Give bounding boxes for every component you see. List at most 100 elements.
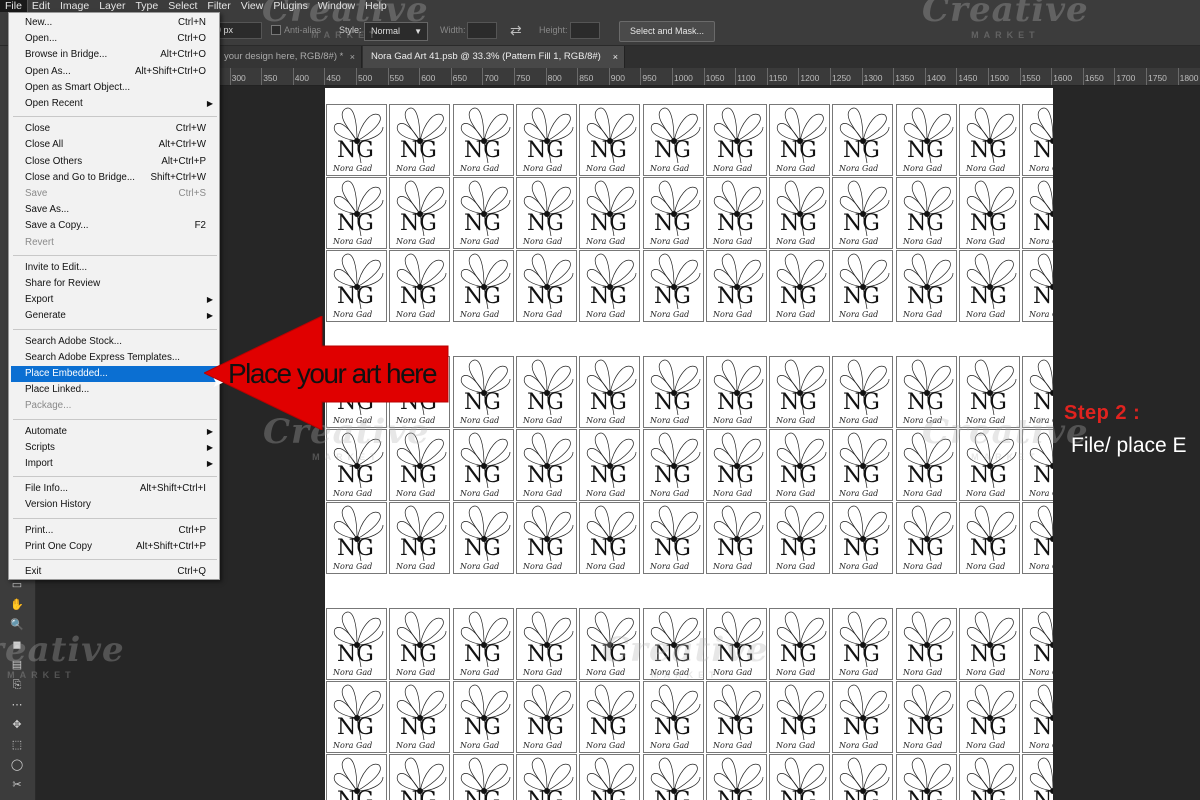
pattern-tile: NG Nora Gad [515, 502, 577, 574]
menu-item-browse-in-bridge[interactable]: Browse in Bridge... Alt+Ctrl+O [11, 47, 218, 63]
menu-item-open[interactable]: Open... Ctrl+O [11, 31, 218, 47]
tile-signature: Nora Gad [522, 416, 562, 425]
select-and-mask-button[interactable]: Select and Mask... [619, 21, 716, 42]
menu-item-version-history[interactable]: Version History [11, 497, 218, 513]
ruler-tick-label: 1450 [958, 73, 978, 83]
menu-layer[interactable]: Layer [94, 0, 130, 12]
menu-item-place-linked[interactable]: Place Linked... [11, 382, 218, 398]
zoom-icon[interactable]: 🔍 [4, 616, 30, 634]
tile-signature: Nora Gad [522, 668, 562, 677]
menu-plugins[interactable]: Plugins [268, 0, 312, 12]
ruler-mark [1146, 68, 1147, 85]
tile-signature: Nora Gad [775, 310, 815, 319]
tab-nora-gad-art[interactable]: Nora Gad Art 41.psb @ 33.3% (Pattern Fil… [363, 46, 625, 68]
menu-item-close-others[interactable]: Close Others Alt+Ctrl+P [11, 154, 218, 170]
menu-item-export[interactable]: Export ▶ [11, 292, 218, 308]
menu-item-save-as[interactable]: Save As... [11, 202, 218, 218]
anti-alias-checkbox[interactable] [271, 25, 281, 35]
menu-filter[interactable]: Filter [202, 0, 235, 12]
tab-your-design[interactable]: your design here, RGB/8#) * × [216, 46, 362, 68]
tile-signature: Nora Gad [332, 237, 372, 246]
more-tools-icon[interactable]: ⋯ [4, 696, 30, 714]
artboard-icon[interactable]: ⎘ [4, 676, 30, 694]
menu-image[interactable]: Image [55, 0, 94, 12]
menu-item-search-adobe-express-templates[interactable]: Search Adobe Express Templates... [11, 350, 218, 366]
menu-item-close[interactable]: Close Ctrl+W [11, 121, 218, 137]
pattern-tile: NG Nora Gad [1022, 608, 1053, 680]
menu-item-open-recent[interactable]: Open Recent ▶ [11, 96, 218, 112]
tile-monogram: NG [654, 284, 691, 309]
tile-signature: Nora Gad [775, 668, 815, 677]
color-swatch-icon[interactable]: ◼ [4, 636, 30, 654]
menu-item-print-one-copy[interactable]: Print One Copy Alt+Shift+Ctrl+P [11, 539, 218, 555]
pattern-tile: NG Nora Gad [642, 502, 704, 574]
tile-signature: Nora Gad [775, 416, 815, 425]
tile-signature: Nora Gad [649, 741, 689, 750]
pattern-tile: NG Nora Gad [769, 250, 831, 322]
move-icon[interactable]: ✥ [4, 716, 30, 734]
ruler-mark [356, 68, 357, 85]
pattern-tile: NG Nora Gad [769, 608, 831, 680]
menu-item-generate[interactable]: Generate ▶ [11, 308, 218, 324]
style-select[interactable]: Normal ▼ [364, 22, 428, 41]
menu-item-share-for-review[interactable]: Share for Review [11, 276, 218, 292]
crop-icon[interactable]: ✂ [4, 776, 30, 794]
tile-signature: Nora Gad [965, 237, 1005, 246]
marquee-icon[interactable]: ⬚ [4, 736, 30, 754]
menu-item-close-and-go-to-bridge[interactable]: Close and Go to Bridge... Shift+Ctrl+W [11, 170, 218, 186]
tile-signature: Nora Gad [1028, 237, 1053, 246]
menu-item-file-info[interactable]: File Info... Alt+Shift+Ctrl+I [11, 481, 218, 497]
pattern-tile: NG Nora Gad [389, 177, 451, 249]
menu-item-open-as[interactable]: Open As... Alt+Shift+Ctrl+O [11, 64, 218, 80]
swap-icon[interactable]: ⇄ [510, 22, 522, 38]
tile-signature: Nora Gad [838, 562, 878, 571]
tile-monogram: NG [400, 788, 437, 800]
close-icon[interactable]: × [613, 46, 618, 68]
menu-item-save-a-copy[interactable]: Save a Copy... F2 [11, 218, 218, 234]
document-canvas[interactable]: NG Nora Gad NG Nora Gad NG Nora Gad NG N… [325, 88, 1053, 800]
menu-item-automate[interactable]: Automate ▶ [11, 424, 218, 440]
menu-item-new[interactable]: New... Ctrl+N [11, 15, 218, 31]
height-input[interactable] [570, 22, 600, 39]
menu-item-open-as-smart-object[interactable]: Open as Smart Object... [11, 80, 218, 96]
menu-help[interactable]: Help [360, 0, 392, 12]
menu-window[interactable]: Window [313, 0, 360, 12]
screen-mode-icon[interactable]: ▤ [4, 656, 30, 674]
ruler-mark [1082, 68, 1084, 85]
tile-monogram: NG [843, 642, 880, 667]
menu-view[interactable]: View [236, 0, 269, 12]
pattern-tile: NG Nora Gad [769, 104, 831, 176]
tile-monogram: NG [400, 138, 437, 163]
menu-item-import[interactable]: Import ▶ [11, 456, 218, 472]
pattern-tile: NG Nora Gad [705, 754, 767, 800]
tile-monogram: NG [527, 211, 564, 236]
menu-item-scripts[interactable]: Scripts ▶ [11, 440, 218, 456]
tile-monogram: NG [1033, 715, 1053, 740]
menu-type[interactable]: Type [130, 0, 163, 12]
menu-item-invite-to-edit[interactable]: Invite to Edit... [11, 260, 218, 276]
menu-file[interactable]: File [0, 0, 28, 13]
lasso-icon[interactable]: ◯ [4, 756, 30, 774]
close-icon[interactable]: × [350, 46, 355, 68]
menu-item-print[interactable]: Print... Ctrl+P [11, 523, 218, 539]
pattern-tile: NG Nora Gad [326, 177, 387, 249]
tile-signature: Nora Gad [902, 416, 942, 425]
tile-monogram: NG [907, 788, 944, 800]
tile-monogram: NG [907, 390, 944, 415]
tile-signature: Nora Gad [459, 237, 499, 246]
menu-item-close-all[interactable]: Close All Alt+Ctrl+W [11, 137, 218, 153]
tile-monogram: NG [780, 284, 817, 309]
tile-monogram: NG [400, 715, 437, 740]
style-value: Normal [371, 26, 401, 36]
menu-item-search-adobe-stock[interactable]: Search Adobe Stock... [11, 334, 218, 350]
menu-item-exit[interactable]: Exit Ctrl+Q [11, 564, 218, 580]
width-input[interactable] [467, 22, 497, 39]
tile-monogram: NG [843, 390, 880, 415]
menu-select[interactable]: Select [163, 0, 202, 12]
ruler-mark [798, 68, 800, 85]
menu-item-label: New... [25, 17, 53, 28]
tile-monogram: NG [337, 715, 374, 740]
menu-edit[interactable]: Edit [27, 0, 55, 12]
hand-icon[interactable]: ✋ [4, 596, 30, 614]
menu-item-place-embedded[interactable]: Place Embedded... [11, 366, 218, 382]
